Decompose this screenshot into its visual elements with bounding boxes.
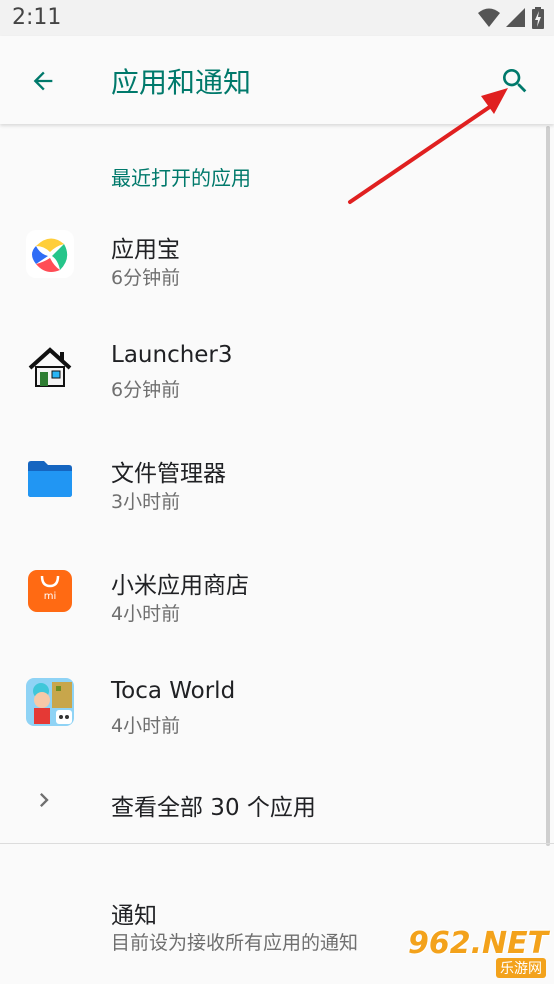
notifications-title: 通知 [111, 903, 157, 929]
search-icon [503, 69, 527, 93]
see-all-apps-button[interactable]: 查看全部 30 个应用 [0, 760, 554, 844]
see-all-apps-label: 查看全部 30 个应用 [111, 795, 316, 821]
wifi-icon [478, 8, 500, 27]
watermark-subtext: 乐游网 [496, 958, 546, 978]
app-name: Toca World [111, 678, 236, 704]
page-title: 应用和通知 [111, 66, 252, 99]
back-button[interactable] [20, 58, 66, 104]
app-last-used: 6分钟前 [111, 379, 181, 401]
chevron-right-icon [40, 793, 49, 807]
recent-app-row-file-manager[interactable]: 文件管理器 3小时前 [0, 426, 554, 538]
app-last-used: 6分钟前 [111, 267, 181, 289]
app-bar: 应用和通知 [0, 36, 554, 124]
status-time: 2:11 [12, 5, 62, 30]
recent-app-row-launcher3[interactable]: Launcher3 6分钟前 [0, 314, 554, 426]
arrow-left-icon [33, 71, 53, 91]
search-button[interactable] [492, 58, 538, 104]
toca-world-icon [26, 678, 74, 726]
status-bar: 2:11 [0, 0, 554, 36]
app-last-used: 4小时前 [111, 603, 181, 625]
recent-app-row-toca-world[interactable]: Toca World 4小时前 [0, 650, 554, 762]
yingyongbao-icon [26, 230, 74, 278]
watermark-text: 962.NET [408, 926, 549, 961]
recent-app-row-yingyongbao[interactable]: 应用宝 6分钟前 [0, 202, 554, 314]
app-last-used: 4小时前 [111, 715, 181, 737]
recent-app-row-mi-store[interactable]: mi 小米应用商店 4小时前 [0, 538, 554, 650]
status-icons [478, 6, 544, 30]
app-name: Launcher3 [111, 342, 233, 368]
recent-apps-header: 最近打开的应用 [111, 166, 251, 190]
app-name: 应用宝 [111, 237, 180, 263]
app-name: 文件管理器 [111, 461, 226, 487]
divider [0, 843, 554, 844]
app-name: 小米应用商店 [111, 573, 249, 599]
app-last-used: 3小时前 [111, 491, 181, 513]
battery-charging-icon [532, 7, 544, 29]
signal-icon [506, 8, 525, 27]
mi-store-bag-icon: mi [28, 570, 72, 612]
notifications-summary: 目前设为接收所有应用的通知 [111, 932, 359, 954]
watermark-logo: 962.NET 乐游网 [408, 926, 548, 978]
launcher-house-icon [28, 347, 72, 387]
svg-text:mi: mi [44, 591, 57, 602]
folder-icon [28, 461, 72, 497]
